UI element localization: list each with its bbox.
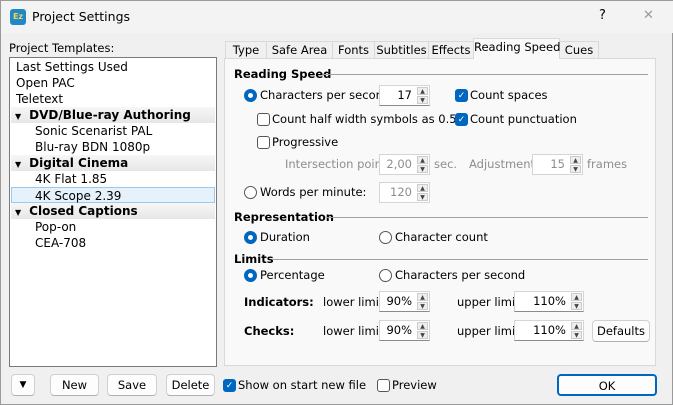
collapse-icon[interactable]: ▼	[15, 160, 21, 169]
reading-speed-header: Reading Speed	[234, 67, 332, 81]
chk-lower-spinbox[interactable]: 90% ▲ ▼	[379, 320, 430, 341]
preview-checkbox[interactable]	[377, 379, 390, 392]
percentage-label: Percentage	[260, 268, 325, 282]
duration-label: Duration	[260, 230, 310, 244]
count-spaces-checkbox[interactable]: ✓	[455, 89, 468, 102]
list-item[interactable]: Pop-on	[35, 219, 76, 235]
close-button[interactable]: ✕	[643, 8, 654, 23]
cps-label: Characters per second:	[260, 88, 395, 102]
ind-lower-spinbox[interactable]: 90% ▲ ▼	[379, 291, 430, 312]
indicators-label: Indicators:	[244, 295, 314, 309]
limits-header: Limits	[234, 252, 274, 266]
list-item[interactable]: Last Settings Used	[16, 59, 128, 75]
divider	[273, 259, 648, 260]
limits-cps-radio[interactable]	[379, 269, 392, 282]
limits-cps-label: Characters per second	[395, 268, 526, 282]
count-half-checkbox[interactable]	[257, 113, 270, 126]
representation-header: Representation	[234, 210, 334, 224]
group-captions[interactable]: ▼ Closed Captions	[11, 203, 215, 219]
count-half-label: Count half width symbols as 0.5	[272, 112, 457, 126]
new-button[interactable]: New	[50, 374, 99, 396]
ind-upper-spinbox[interactable]: 110% ▲ ▼	[514, 291, 584, 312]
progressive-checkbox[interactable]	[257, 136, 270, 149]
defaults-button[interactable]: Defaults	[592, 320, 650, 342]
show-on-start-checkbox[interactable]: ✓	[223, 379, 236, 392]
wpm-radio[interactable]	[244, 186, 257, 199]
app-icon: Ez	[10, 9, 26, 25]
list-item[interactable]: CEA-708	[35, 235, 86, 251]
tab-cues[interactable]: Cues	[559, 41, 599, 59]
intersection-label: Intersection point:	[285, 157, 391, 171]
intersection-spinbox[interactable]: 2,00 ▲ ▼	[379, 154, 430, 175]
help-button[interactable]: ?	[599, 8, 606, 23]
char-count-radio[interactable]	[379, 231, 392, 244]
count-punct-label: Count punctuation	[470, 112, 577, 126]
chevron-down-icon: ▼	[19, 380, 27, 390]
templates-label: Project Templates:	[9, 41, 115, 55]
chk-lower-label: lower limit:	[323, 324, 388, 338]
duration-radio[interactable]	[244, 231, 257, 244]
progressive-label: Progressive	[272, 135, 339, 149]
chk-upper-spinbox[interactable]: 110% ▲ ▼	[514, 320, 584, 341]
count-spaces-label: Count spaces	[470, 88, 548, 102]
collapse-icon[interactable]: ▼	[15, 112, 21, 121]
tab-type[interactable]: Type	[225, 41, 267, 59]
wpm-label: Words per minute:	[260, 185, 367, 199]
tab-reading-speed[interactable]: Reading Speed	[473, 38, 560, 59]
ok-button[interactable]: OK	[557, 374, 657, 396]
list-item[interactable]: Open PAC	[16, 75, 75, 91]
list-item-selected[interactable]: 4K Scope 2.39	[11, 187, 215, 203]
count-punct-checkbox[interactable]: ✓	[455, 113, 468, 126]
adjustment-spinbox[interactable]: 15 ▲ ▼	[532, 154, 583, 175]
window-title: Project Settings	[32, 9, 131, 24]
list-item[interactable]: Blu-ray BDN 1080p	[35, 139, 150, 155]
checks-label: Checks:	[244, 324, 295, 338]
ind-lower-label: lower limit:	[323, 295, 388, 309]
show-on-start-label: Show on start new file	[238, 378, 367, 392]
wpm-spinbox[interactable]: 120 ▲ ▼	[379, 182, 430, 203]
collapse-icon[interactable]: ▼	[15, 208, 21, 217]
list-item[interactable]: Sonic Scenarist PAL	[35, 123, 152, 139]
tab-fonts[interactable]: Fonts	[332, 41, 375, 59]
cps-radio[interactable]	[244, 89, 257, 102]
sec-label: sec.	[434, 157, 458, 171]
adjustment-label: Adjustment:	[469, 157, 539, 171]
list-item[interactable]: 4K Flat 1.85	[35, 171, 107, 187]
tab-subtitles[interactable]: Subtitles	[374, 41, 429, 59]
divider	[327, 217, 648, 218]
percentage-radio[interactable]	[244, 269, 257, 282]
cps-spinbox[interactable]: 17 ▲ ▼	[379, 85, 430, 106]
group-cinema[interactable]: ▼ Digital Cinema	[11, 155, 215, 171]
delete-button[interactable]: Delete	[166, 374, 215, 396]
char-count-label: Character count	[395, 230, 488, 244]
tab-safe-area[interactable]: Safe Area	[266, 41, 333, 59]
tab-effects[interactable]: Effects	[428, 41, 474, 59]
divider	[323, 74, 648, 75]
frames-label: frames	[587, 157, 628, 171]
group-dvd[interactable]: ▼ DVD/Blue-ray Authoring	[11, 107, 215, 123]
list-item[interactable]: Teletext	[16, 91, 63, 107]
preview-label: Preview	[392, 378, 437, 392]
templates-list[interactable]: Last Settings Used Open PAC Teletext ▼ DV…	[9, 57, 217, 367]
menu-dropdown-button[interactable]: ▼	[11, 374, 35, 396]
save-button[interactable]: Save	[107, 374, 157, 396]
